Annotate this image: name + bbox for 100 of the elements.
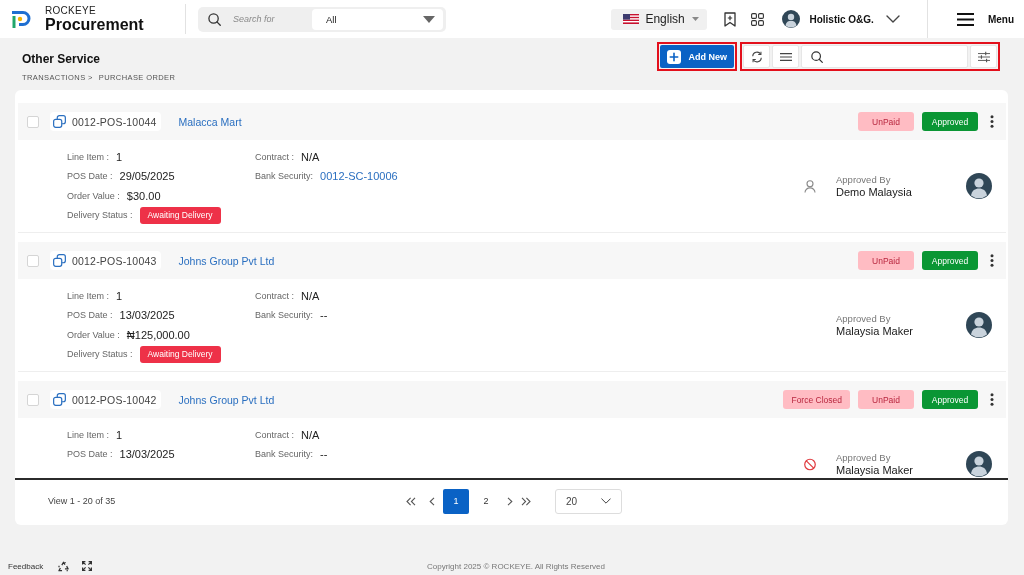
- more-icon[interactable]: [990, 115, 994, 128]
- order-number: 0012-POS-10043: [72, 254, 157, 267]
- search-icon: [208, 12, 221, 26]
- field-value: N/A: [301, 289, 320, 302]
- chevron-down-icon[interactable]: [885, 15, 900, 23]
- status-badge: Approved: [922, 390, 978, 409]
- field-label: Bank Security:: [255, 449, 314, 460]
- chevron-down-icon: [601, 498, 611, 504]
- page-button[interactable]: 1: [443, 488, 469, 514]
- field-label: Contract :: [255, 429, 294, 440]
- scope-select[interactable]: All: [312, 8, 443, 30]
- previous-page-icon[interactable]: [429, 496, 435, 506]
- refresh-button[interactable]: [743, 45, 770, 68]
- row-checkbox[interactable]: [27, 115, 39, 128]
- field-label: Line Item :: [67, 290, 110, 301]
- field-label: Line Item :: [67, 429, 110, 440]
- approver-name: Malaysia Maker: [836, 324, 915, 338]
- feedback-link[interactable]: Feedback: [8, 561, 44, 571]
- field-label: Order Value :: [67, 329, 120, 340]
- field-value: ₦125,000.00: [126, 328, 190, 341]
- status-badge: UnPaid: [858, 112, 914, 131]
- field-value: $30.00: [126, 189, 161, 202]
- delivery-status-badge: Awaiting Delivery: [139, 345, 221, 363]
- menu-button[interactable]: Menu: [956, 12, 1014, 26]
- person-icon: [804, 179, 816, 193]
- copy-icon[interactable]: [53, 254, 66, 267]
- vendor-link[interactable]: Johns Group Pvt Ltd: [178, 393, 275, 406]
- field-label: Line Item :: [67, 151, 110, 162]
- more-icon[interactable]: [990, 254, 994, 267]
- copy-icon[interactable]: [53, 393, 66, 406]
- field-label: Contract :: [255, 290, 294, 301]
- field-value: 29/05/2025: [119, 170, 175, 183]
- field-label: POS Date :: [67, 171, 113, 182]
- order-number: 0012-POS-10044: [72, 115, 157, 128]
- blocked-icon: [804, 457, 816, 471]
- field-label: POS Date :: [67, 310, 113, 321]
- first-page-icon[interactable]: [406, 496, 416, 506]
- avatar-icon: [966, 173, 992, 199]
- sliders-icon: [977, 50, 990, 63]
- next-page-icon[interactable]: [507, 496, 513, 506]
- search-input[interactable]: Search for: [233, 14, 299, 24]
- order-number: 0012-POS-10042: [72, 393, 157, 406]
- approver-label: Approved By: [836, 451, 892, 464]
- field-label: Delivery Status :: [67, 349, 133, 360]
- status-badge: Approved: [922, 112, 978, 131]
- field-label: Contract :: [255, 151, 294, 162]
- status-badge: Force Closed: [783, 390, 850, 409]
- field-value: 1: [116, 150, 123, 163]
- more-icon[interactable]: [990, 393, 994, 406]
- add-new-button[interactable]: Add New: [660, 45, 734, 68]
- list-view-button[interactable]: [772, 45, 799, 68]
- field-value: 1: [116, 289, 123, 302]
- list-icon: [779, 50, 792, 63]
- avatar-icon: [966, 312, 992, 338]
- status-badge: Approved: [922, 251, 978, 270]
- field-value: 13/03/2025: [119, 448, 175, 461]
- field-value: --: [320, 309, 328, 322]
- page-size-select[interactable]: 20: [555, 488, 622, 514]
- field-label: Bank Security:: [255, 310, 314, 321]
- caret-icon: [423, 15, 435, 23]
- field-label: POS Date :: [67, 449, 113, 460]
- field-value: N/A: [301, 428, 320, 441]
- field-value: 1: [116, 428, 123, 441]
- recycle-icon[interactable]: [58, 560, 70, 572]
- menu-icon: [956, 12, 974, 26]
- field-link[interactable]: 0012-SC-10006: [320, 170, 398, 183]
- search-icon: [811, 50, 823, 63]
- vendor-link[interactable]: Malacca Mart: [178, 115, 242, 128]
- expand-icon[interactable]: [82, 561, 93, 571]
- field-label: Bank Security:: [255, 171, 314, 182]
- field-value: 13/03/2025: [119, 309, 175, 322]
- field-label: Order Value :: [67, 190, 120, 201]
- vendor-link[interactable]: Johns Group Pvt Ltd: [178, 254, 275, 267]
- plus-icon: [667, 49, 682, 64]
- copyright-text: Copyright 2025 © ROCKEYE. All Rights Reserved: [427, 561, 605, 571]
- bookmark-icon[interactable]: [724, 11, 737, 27]
- row-checkbox[interactable]: [27, 254, 39, 267]
- filter-button[interactable]: [970, 45, 997, 68]
- status-badge: UnPaid: [858, 251, 914, 270]
- copy-icon[interactable]: [53, 115, 66, 128]
- refresh-icon: [750, 50, 763, 63]
- approver-label: Approved By: [836, 312, 892, 325]
- brand-name: Procurement: [45, 16, 144, 33]
- delivery-status-badge: Awaiting Delivery: [139, 206, 221, 224]
- approver-label: Approved By: [836, 173, 892, 186]
- page-button[interactable]: 2: [473, 488, 499, 514]
- caret-icon: [692, 17, 700, 21]
- row-checkbox[interactable]: [27, 393, 39, 406]
- search-field[interactable]: [801, 45, 968, 68]
- flag-icon: [623, 14, 640, 24]
- language-select[interactable]: English: [611, 8, 708, 30]
- pagination-summary: View 1 - 20 of 35: [48, 496, 117, 506]
- avatar-icon: [782, 10, 801, 28]
- status-badge: UnPaid: [858, 390, 914, 409]
- approver-name: Malaysia Maker: [836, 463, 915, 477]
- last-page-icon[interactable]: [521, 496, 531, 506]
- apps-grid-icon[interactable]: [751, 12, 765, 26]
- approver-name: Demo Malaysia: [836, 185, 913, 199]
- user-name[interactable]: Holistic O&G.: [809, 13, 874, 25]
- field-label: Delivery Status :: [67, 210, 133, 221]
